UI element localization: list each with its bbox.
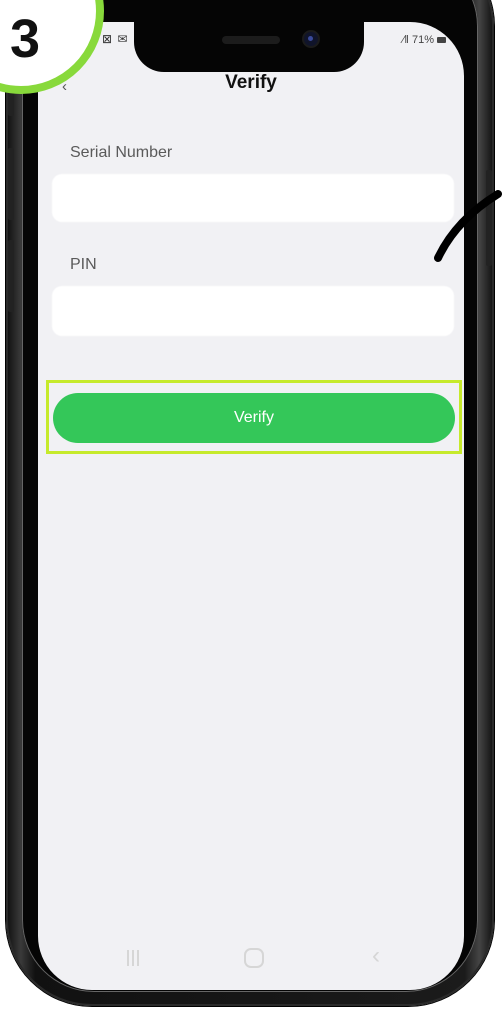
bottom-nav: ‹ (38, 942, 464, 972)
step-number: 3 (9, 9, 41, 69)
battery-icon (437, 37, 446, 43)
back-icon[interactable]: ‹ (372, 942, 380, 970)
notch (134, 22, 364, 72)
home-icon[interactable] (244, 948, 264, 968)
pin-input[interactable] (52, 286, 454, 336)
pin-label: PIN (70, 256, 97, 273)
camera-icon (304, 32, 318, 46)
annotation-arrow-icon (434, 190, 502, 262)
volume-up-button (8, 148, 14, 220)
serial-number-input[interactable] (52, 174, 454, 222)
battery-percent: 71% (411, 34, 434, 46)
phone-screen: ▮ ⊠ ✉ ⁄‖ 71% ‹ Verify Serial Number PIN … (38, 22, 464, 990)
recents-icon[interactable] (124, 950, 142, 966)
serial-number-label: Serial Number (70, 144, 173, 161)
signal-icon: ⁄‖ (402, 34, 409, 46)
page-title: Verify (225, 72, 277, 93)
volume-down-button (8, 240, 14, 312)
verify-button[interactable]: Verify (53, 393, 455, 443)
stage: ▮ ⊠ ✉ ⁄‖ 71% ‹ Verify Serial Number PIN … (0, 0, 502, 1012)
speaker-grille (222, 36, 280, 44)
status-icons-right: ⁄‖ 71% (403, 34, 446, 46)
